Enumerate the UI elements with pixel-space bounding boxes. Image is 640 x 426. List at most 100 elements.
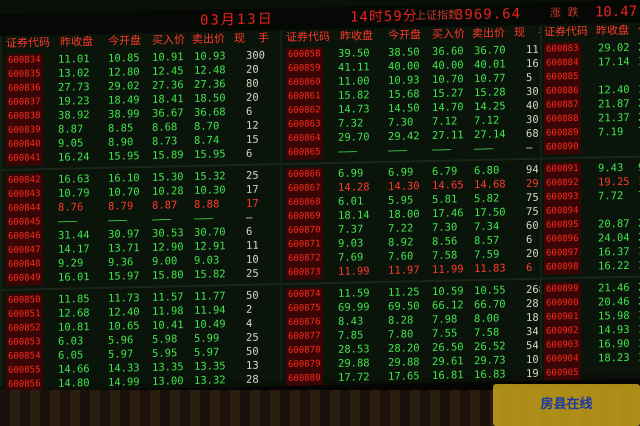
stock-code: 600854	[6, 349, 43, 364]
stock-code: 600842	[6, 173, 43, 188]
stock-code: 600841	[6, 151, 43, 166]
stock-code: 600863	[286, 117, 323, 133]
stock-code: 600883	[544, 41, 581, 57]
volume: 13	[246, 359, 259, 372]
prev-close: 11.59	[338, 287, 370, 300]
stock-code: 600853	[6, 335, 43, 350]
volume: —	[246, 211, 253, 224]
ask-price: 12.48	[194, 64, 226, 77]
open-price: 38.99	[108, 108, 140, 121]
quote-panel-middle: 证券代码昨收盘今开盘买入价卖出价现手60085839.5038.5036.603…	[280, 24, 549, 393]
prev-close: 6.03	[58, 335, 84, 348]
date-display: 03月13日	[200, 11, 274, 29]
volume: 25	[246, 267, 259, 280]
change-label: 涨 跌	[550, 5, 579, 20]
volume: 75	[526, 205, 539, 218]
quote-row: 600890	[542, 138, 640, 155]
ask-price: 6.80	[474, 164, 500, 178]
column-header: 卖出价	[192, 32, 225, 46]
open-price: 14.99	[108, 376, 140, 389]
volume: 20	[246, 63, 259, 76]
prev-close: 14.80	[58, 377, 90, 390]
ask-price: 29.73	[474, 354, 506, 368]
open-price: 15.95	[108, 150, 140, 163]
ask-price: 16.83	[474, 368, 506, 382]
bid-price: 7.98	[432, 313, 458, 326]
bid-price: 10.28	[152, 185, 184, 198]
open-price: 10.93	[388, 74, 420, 87]
ask-price: ———	[194, 212, 213, 225]
bid-price: 10.70	[432, 73, 464, 86]
volume: 16	[526, 57, 539, 70]
column-header: 买入价	[152, 33, 185, 47]
stock-code: 600870	[286, 223, 323, 239]
prev-close: 19.25	[598, 175, 630, 189]
prev-close: 16.22	[598, 259, 630, 273]
ask-price: 10.49	[194, 318, 226, 331]
stock-code: 600895	[544, 217, 581, 233]
stock-code: 600887	[544, 97, 581, 113]
stock-code: 600844	[6, 201, 43, 216]
bid-price: ———	[432, 143, 451, 156]
volume: 6	[526, 233, 533, 246]
bid-price: 14.65	[432, 179, 464, 192]
stock-code: 600858	[286, 47, 323, 63]
volume: 4	[246, 317, 253, 330]
prev-close: 7.32	[338, 117, 364, 130]
column-header: 昨收盘	[340, 29, 373, 43]
stock-code: 600905	[544, 365, 581, 381]
ask-price: 8.88	[194, 198, 220, 211]
prev-close: 14.17	[58, 243, 90, 256]
bid-price: 15.89	[152, 149, 184, 162]
ask-price: 5.82	[474, 192, 500, 206]
open-price: 9.36	[108, 256, 134, 269]
open-price: 7.30	[388, 116, 414, 129]
prev-close: 29.88	[338, 357, 370, 370]
stock-code: 600847	[6, 243, 43, 258]
ask-price: 11.94	[194, 304, 226, 317]
column-header: 今开盘	[108, 34, 141, 48]
ask-price: 13.32	[194, 374, 226, 387]
prev-close: 20.87	[598, 217, 630, 231]
stock-code: 600877	[286, 329, 323, 345]
stock-code: 600900	[544, 295, 581, 311]
ask-price: 7.59	[474, 248, 500, 262]
bid-price: 11.98	[152, 305, 184, 318]
open-price: 7.60	[388, 250, 414, 263]
prev-close: 9.05	[58, 137, 84, 150]
prev-close: 10.81	[58, 321, 90, 334]
ask-price: 27.36	[194, 78, 226, 91]
column-header: 昨收盘	[596, 23, 629, 38]
open-price: 12.40	[108, 306, 140, 319]
bid-price: 29.61	[432, 355, 464, 368]
stock-code: 600871	[286, 237, 323, 253]
ask-price: 8.57	[474, 234, 500, 248]
open-price: 40.00	[388, 60, 420, 73]
stock-code: 600890	[544, 139, 581, 155]
prev-close: 14.93	[598, 323, 630, 337]
bid-price: 66.12	[432, 299, 464, 312]
open-price: 18.00	[388, 208, 420, 221]
ask-price: 13.35	[194, 360, 226, 373]
volume: 30	[526, 85, 539, 98]
stock-code: 600848	[6, 257, 43, 272]
volume: 20	[246, 91, 259, 104]
volume: 6	[526, 261, 533, 274]
stock-code: 600836	[6, 81, 43, 96]
column-headers: 证券代码 昨收盘 今开盘	[542, 22, 640, 41]
ask-price: 26.52	[474, 340, 506, 354]
prev-close: 69.99	[338, 301, 370, 314]
volume: 75	[526, 191, 539, 204]
ask-price: 7.12	[474, 114, 500, 128]
change-value: 10.47	[595, 3, 638, 21]
prev-close: 7.69	[338, 251, 364, 264]
ask-price: 14.25	[474, 100, 506, 114]
stock-code: 600837	[6, 95, 43, 110]
ask-price: 12.91	[194, 240, 226, 253]
open-price: 8.28	[388, 314, 414, 327]
volume: 10	[246, 253, 259, 266]
open-price: 14.33	[108, 362, 140, 375]
prev-close: 39.50	[338, 47, 370, 60]
volume: 20	[526, 247, 539, 260]
bid-price: 13.35	[152, 361, 184, 374]
